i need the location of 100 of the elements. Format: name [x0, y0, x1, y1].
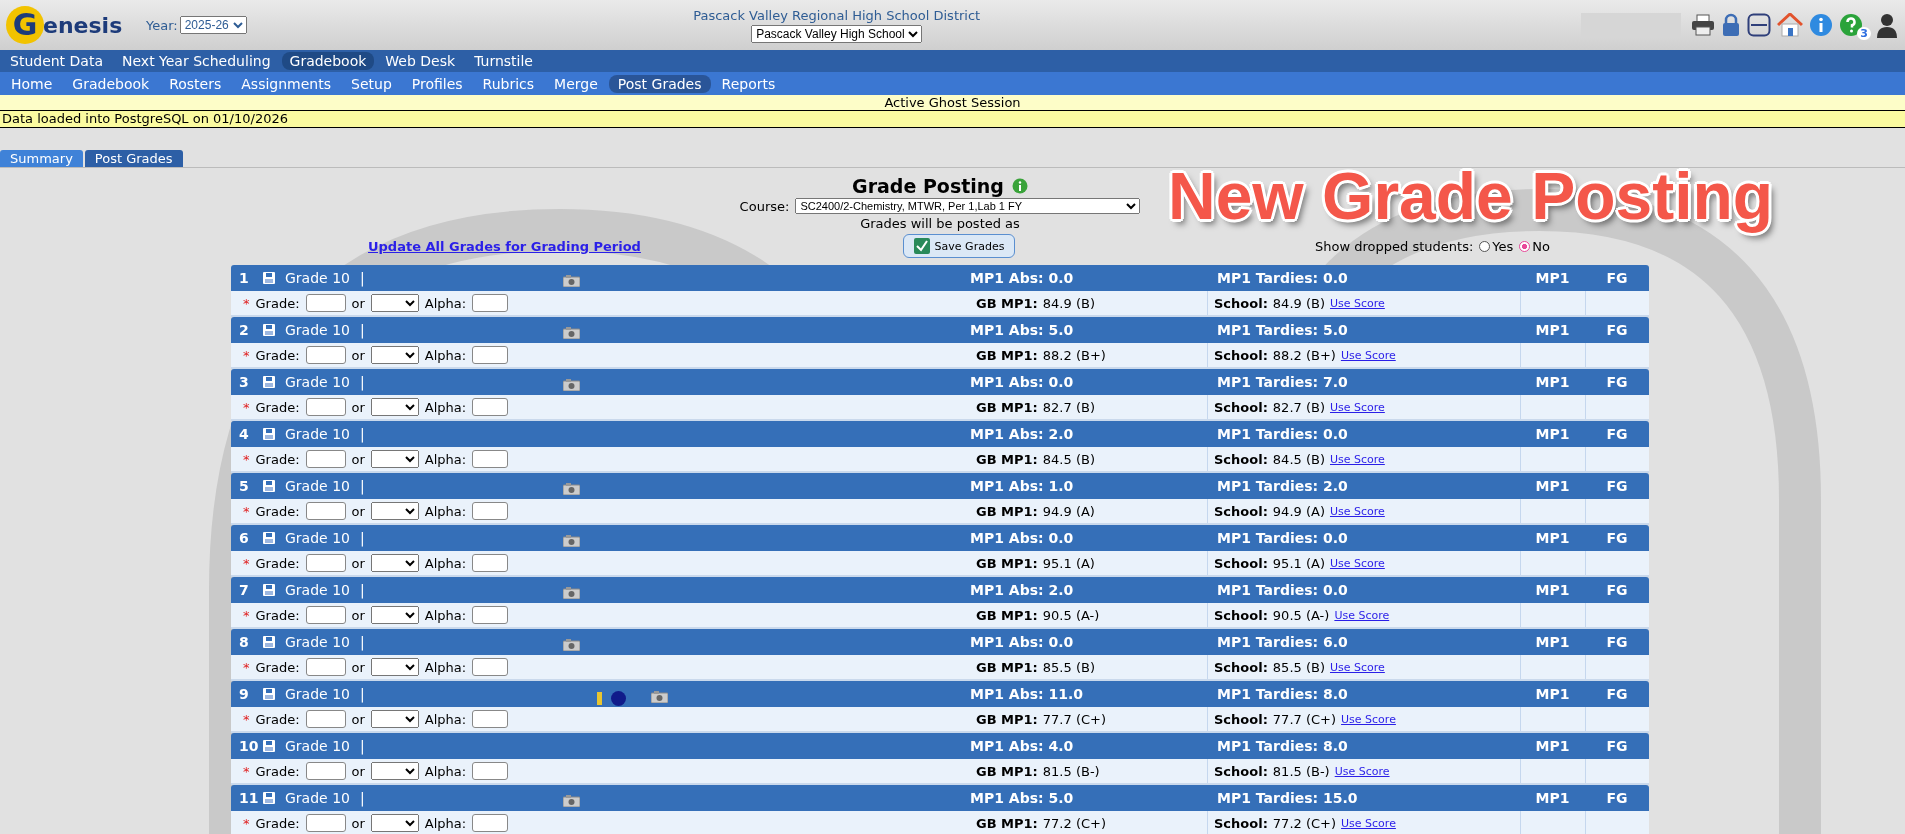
save-icon[interactable]: [263, 428, 275, 440]
update-all-link[interactable]: Update All Grades for Grading Period: [368, 238, 641, 254]
save-icon[interactable]: [263, 688, 275, 700]
use-score-link[interactable]: Use Score: [1329, 556, 1385, 570]
lock-icon[interactable]: [1721, 13, 1742, 37]
grade-input[interactable]: [305, 502, 346, 520]
grade-select[interactable]: [370, 554, 419, 572]
camera-icon[interactable]: [563, 327, 580, 339]
grade-input[interactable]: [305, 450, 346, 468]
alpha-input[interactable]: [472, 606, 509, 624]
radio-option[interactable]: Yes: [1479, 238, 1514, 254]
use-score-link[interactable]: Use Score: [1330, 400, 1385, 414]
page-tab[interactable]: Summary: [0, 150, 83, 167]
info-icon[interactable]: [1809, 13, 1834, 37]
alpha-input[interactable]: [472, 398, 509, 416]
alpha-input[interactable]: [472, 450, 509, 468]
camera-icon[interactable]: [563, 483, 580, 495]
camera-icon[interactable]: [563, 587, 580, 599]
alpha-input[interactable]: [472, 502, 509, 520]
save-icon[interactable]: [263, 480, 275, 492]
use-score-link[interactable]: Use Score: [1330, 660, 1385, 674]
save-icon[interactable]: [263, 376, 275, 388]
school-label: School:: [1214, 347, 1268, 363]
required-mark: *: [243, 295, 250, 311]
use-score-link[interactable]: Use Score: [1334, 764, 1390, 778]
sub-nav-tab[interactable]: Post Grades: [608, 74, 711, 93]
grade-input[interactable]: [305, 294, 346, 312]
sub-nav-tab[interactable]: Assignments: [232, 74, 340, 93]
save-icon[interactable]: [263, 532, 275, 544]
use-score-link[interactable]: Use Score: [1329, 504, 1385, 518]
grade-select[interactable]: [370, 450, 419, 468]
camera-icon[interactable]: [563, 275, 580, 287]
grade-select[interactable]: [370, 398, 419, 416]
sub-nav-tab[interactable]: Rubrics: [473, 74, 544, 93]
page-tab[interactable]: Post Grades: [84, 150, 183, 167]
save-grades-button[interactable]: Save Grades: [902, 234, 1016, 258]
school-label: School:: [1214, 555, 1268, 571]
camera-icon[interactable]: [563, 535, 580, 547]
main-nav-tab[interactable]: Web Desk: [377, 52, 464, 70]
use-score-link[interactable]: Use Score: [1330, 296, 1385, 310]
use-score-link[interactable]: Use Score: [1334, 608, 1390, 622]
camera-icon[interactable]: [563, 639, 580, 651]
camera-icon[interactable]: [563, 379, 580, 391]
save-icon[interactable]: [263, 792, 275, 804]
grade-input[interactable]: [305, 814, 346, 832]
grade-input[interactable]: [305, 346, 346, 364]
alpha-input[interactable]: [472, 814, 509, 832]
grade-input[interactable]: [305, 658, 346, 676]
grade-select[interactable]: [370, 762, 419, 780]
alpha-input[interactable]: [472, 346, 509, 364]
grade-input[interactable]: [305, 710, 346, 728]
grade-input[interactable]: [305, 398, 346, 416]
grade-input[interactable]: [305, 762, 346, 780]
minimize-icon[interactable]: [1747, 13, 1772, 37]
sub-nav-tab[interactable]: Home: [2, 74, 62, 93]
grade-select[interactable]: [370, 294, 419, 312]
main-nav-tab[interactable]: Turnstile: [466, 52, 541, 70]
use-score-link[interactable]: Use Score: [1341, 816, 1396, 830]
save-icon[interactable]: [263, 584, 275, 596]
grade-label: Grade:: [255, 399, 300, 415]
save-icon[interactable]: [263, 636, 275, 648]
save-icon[interactable]: [263, 740, 275, 752]
main-nav-tab[interactable]: Student Data: [2, 52, 111, 70]
use-score-link[interactable]: Use Score: [1341, 712, 1396, 726]
sub-nav-tab[interactable]: Merge: [545, 74, 607, 93]
save-icon[interactable]: [263, 324, 275, 336]
sub-nav-tab[interactable]: Reports: [712, 74, 785, 93]
alpha-input[interactable]: [472, 762, 509, 780]
sub-nav-tab[interactable]: Rosters: [160, 74, 231, 93]
sub-nav-tab[interactable]: Setup: [342, 74, 401, 93]
alpha-input[interactable]: [472, 710, 509, 728]
grade-select[interactable]: [370, 346, 419, 364]
camera-icon[interactable]: [651, 691, 668, 703]
info-icon[interactable]: [1011, 178, 1028, 194]
main-nav-tab[interactable]: Next Year Scheduling: [114, 52, 279, 70]
alpha-input[interactable]: [472, 658, 509, 676]
save-icon[interactable]: [263, 272, 275, 284]
use-score-link[interactable]: Use Score: [1340, 348, 1396, 362]
grade-select[interactable]: [370, 710, 419, 728]
school-select[interactable]: Pascack Valley High School: [751, 24, 923, 43]
sub-nav-tab[interactable]: Profiles: [402, 74, 472, 93]
grade-select[interactable]: [370, 502, 419, 520]
sub-nav-tab[interactable]: Gradebook: [63, 74, 159, 93]
grade-input[interactable]: [305, 606, 346, 624]
year-select[interactable]: 2025-26: [179, 16, 247, 34]
home-icon[interactable]: [1777, 13, 1804, 37]
grade-select[interactable]: [370, 814, 419, 832]
grade-select[interactable]: [370, 606, 419, 624]
alpha-input[interactable]: [472, 554, 509, 572]
radio-option[interactable]: No: [1519, 238, 1550, 254]
grade-label: Grade:: [255, 451, 300, 467]
grade-input[interactable]: [305, 554, 346, 572]
printer-icon[interactable]: [1691, 14, 1716, 36]
grade-select[interactable]: [370, 658, 419, 676]
use-score-link[interactable]: Use Score: [1330, 452, 1385, 466]
camera-icon[interactable]: [563, 795, 580, 807]
user-avatar-icon[interactable]: [1877, 12, 1897, 38]
course-select[interactable]: SC2400/2-Chemistry, MTWR, Per 1,Lab 1 FY: [795, 198, 1141, 214]
alpha-input[interactable]: [472, 294, 509, 312]
main-nav-tab[interactable]: Gradebook: [281, 52, 375, 70]
